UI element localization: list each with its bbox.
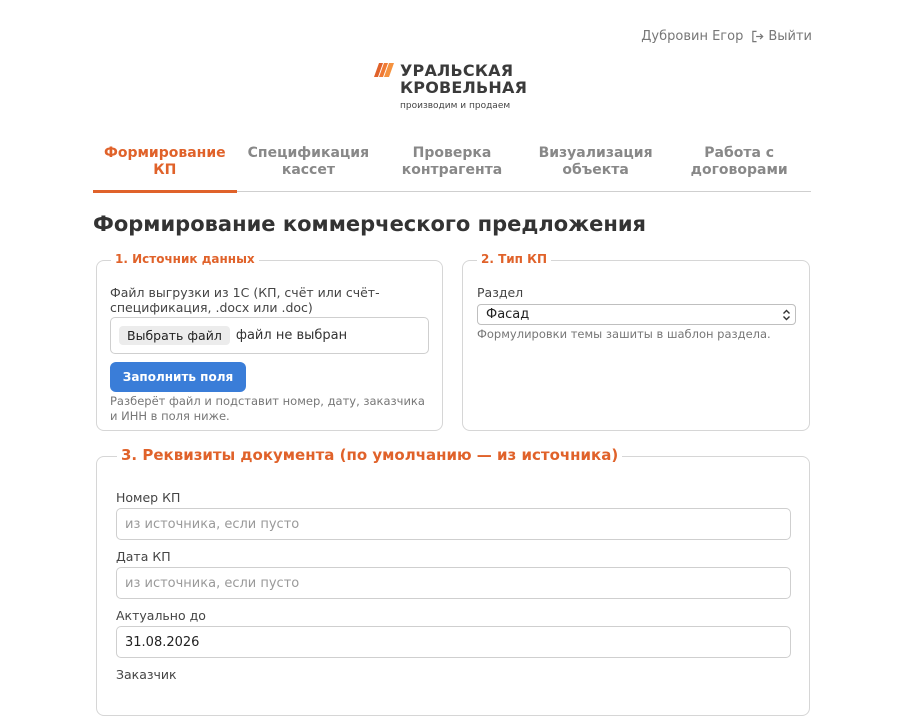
source-card: 1. Источник данных Файл выгрузки из 1С (… <box>96 252 443 431</box>
logout-icon <box>752 30 764 43</box>
tab-object-visualization[interactable]: Визуализация объекта <box>524 145 668 191</box>
logo-line-2: КРОВЕЛЬНАЯ <box>400 78 528 97</box>
main-tabs: Формирование КП Спецификация кассет Пров… <box>93 145 811 193</box>
company-logo: УРАЛЬСКАЯ КРОВЕЛЬНАЯ производим и продае… <box>374 62 527 115</box>
select-arrows-icon <box>783 309 790 320</box>
source-hint: Разберёт файл и подставит номер, дату, з… <box>110 394 425 423</box>
tab-cassette-spec[interactable]: Спецификация кассет <box>237 145 381 191</box>
logo-tagline: производим и продаем <box>400 101 511 111</box>
valid-until-input[interactable]: 31.08.2026 <box>116 626 791 658</box>
source-legend: 1. Источник данных <box>111 252 259 266</box>
kp-type-card: 2. Тип КП Раздел Фасад Формулировки темы… <box>462 252 810 431</box>
logo-stripes-icon <box>374 63 394 77</box>
tab-kp-formation[interactable]: Формирование КП <box>93 145 237 193</box>
tab-counterparty-check[interactable]: Проверка контрагента <box>380 145 524 191</box>
user-name: Дубровин Егор <box>641 29 744 44</box>
kp-date-input[interactable]: из источника, если пусто <box>116 567 791 599</box>
fill-fields-button[interactable]: Заполнить поля <box>110 362 246 392</box>
section-label: Раздел <box>477 285 524 300</box>
kp-number-label: Номер КП <box>116 490 181 505</box>
logout-label: Выйти <box>768 29 812 44</box>
section-select[interactable]: Фасад <box>477 304 796 325</box>
file-input[interactable]: Выбрать файл файл не выбран <box>110 317 429 354</box>
section-hint: Формулировки темы зашиты в шаблон раздел… <box>477 327 771 341</box>
logo-line-1: УРАЛЬСКАЯ <box>400 61 514 80</box>
valid-until-label: Актуально до <box>116 608 206 623</box>
kp-type-legend: 2. Тип КП <box>477 252 551 266</box>
section-select-value: Фасад <box>486 307 530 322</box>
tab-contracts[interactable]: Работа с договорами <box>667 145 811 191</box>
kp-date-label: Дата КП <box>116 549 171 564</box>
requisites-card: 3. Реквизиты документа (по умолчанию — и… <box>96 446 810 716</box>
choose-file-button[interactable]: Выбрать файл <box>119 326 230 345</box>
page-title: Формирование коммерческого предложения <box>93 212 647 236</box>
file-label: Файл выгрузки из 1С (КП, счёт или счёт-с… <box>110 285 380 315</box>
kp-number-input[interactable]: из источника, если пусто <box>116 508 791 540</box>
user-bar: Дубровин Егор Выйти <box>641 29 812 44</box>
logout-button[interactable]: Выйти <box>751 29 812 44</box>
file-status: файл не выбран <box>235 328 348 343</box>
requisites-legend: 3. Реквизиты документа (по умолчанию — и… <box>117 446 623 464</box>
